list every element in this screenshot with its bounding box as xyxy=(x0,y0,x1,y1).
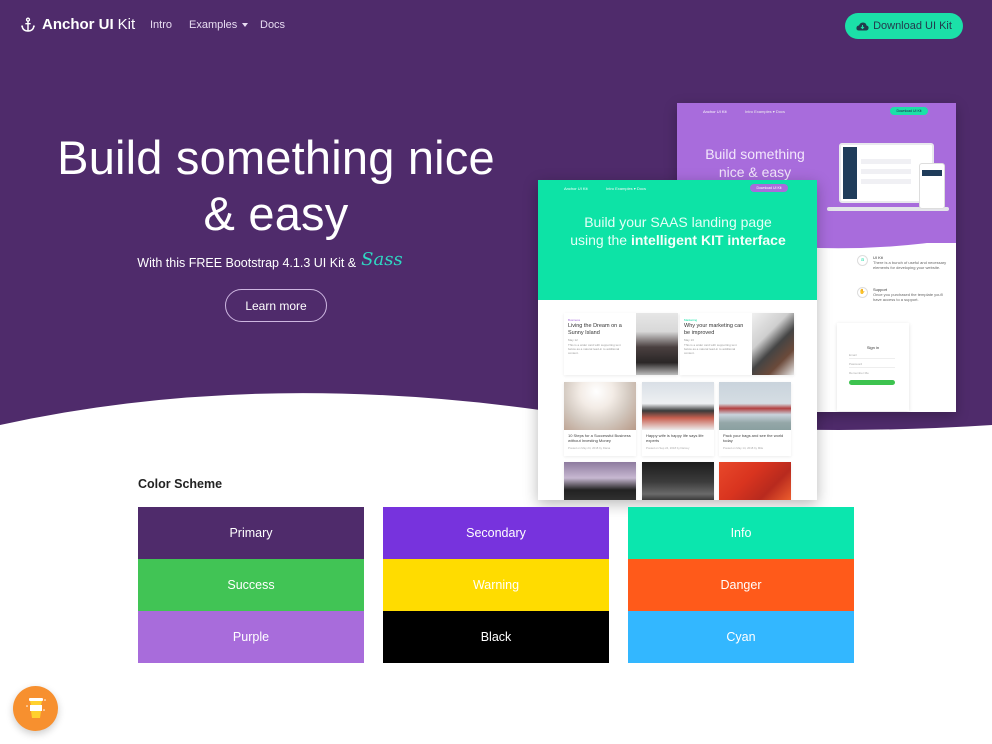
hand-icon: ✋ xyxy=(857,287,868,298)
feature-icon: a xyxy=(857,255,868,266)
learn-more-button[interactable]: Learn more xyxy=(225,289,327,322)
color-swatch-info: Info xyxy=(628,507,854,559)
card-meta: Posted on May 24, 2018 by Diana xyxy=(568,446,611,450)
color-swatch-cyan: Cyan xyxy=(628,611,854,663)
card-image xyxy=(719,462,791,500)
mockup-card-small: Happy wife is happy life says life exper… xyxy=(642,382,714,456)
card-category: Business xyxy=(568,318,581,322)
buy-me-a-coffee-button[interactable] xyxy=(13,686,58,731)
card-image xyxy=(636,313,678,375)
card-image xyxy=(642,462,714,500)
mockup-title: Build something nice & easy xyxy=(705,146,805,180)
anchor-icon xyxy=(21,17,35,32)
brand-logo[interactable]: Anchor UI Kit xyxy=(20,16,135,33)
color-swatch-black: Black xyxy=(383,611,609,663)
mockup-feature-support: ✋ Support Once you purchased the templat… xyxy=(857,287,947,302)
feature-text: Once you purchased the template you'll h… xyxy=(873,292,944,302)
mockup-screenshot-teal: Anchor UI Kit Intro Examples ▾ Docs Down… xyxy=(538,180,817,500)
swatch-label: Success xyxy=(227,578,275,592)
swatch-label: Info xyxy=(730,526,752,540)
mockup-feature-ui-kit: a UI Kit There is a bunch of useful and … xyxy=(857,255,947,270)
card-text: This is a wider card with supporting tex… xyxy=(684,343,737,355)
mockup-download-button: Download UI Kit xyxy=(890,107,928,115)
brand-suffix: Kit xyxy=(117,16,136,33)
nav-link-examples[interactable]: Examples xyxy=(189,19,249,31)
mockup-card-wide: Business Living the Dream on a Sunny Isl… xyxy=(564,313,678,375)
hero-subtitle: With this FREE Bootstrap 4.1.3 UI Kit & … xyxy=(100,249,440,271)
feature-text: There is a bunch of useful and necessary… xyxy=(873,260,947,270)
download-ui-kit-button[interactable]: Download UI Kit xyxy=(845,13,963,39)
swatch-label: Secondary xyxy=(466,526,526,540)
cloud-download-icon xyxy=(856,22,869,30)
card-meta: Posted on May 14, 2018 by Mila xyxy=(723,446,763,450)
signin-password: Password xyxy=(849,362,895,368)
card-date: May 13 xyxy=(684,338,694,342)
download-button-label: Download UI Kit xyxy=(873,20,952,32)
hero-subtitle-text: With this FREE Bootstrap 4.1.3 UI Kit & xyxy=(137,256,357,270)
color-swatch-primary: Primary xyxy=(138,507,364,559)
color-swatch-secondary: Secondary xyxy=(383,507,609,559)
card-title: 10 Steps for a Successful Business witho… xyxy=(568,433,631,443)
coffee-cup-icon xyxy=(25,697,46,718)
mockup-card-small: Pack your bags and see the world today P… xyxy=(719,382,791,456)
navbar: Anchor UI Kit Intro Examples Docs Downlo… xyxy=(0,0,992,52)
card-image xyxy=(642,382,714,430)
signin-title: Sign in xyxy=(866,345,880,350)
color-swatch-success: Success xyxy=(138,559,364,611)
card-image xyxy=(564,462,636,500)
card-image xyxy=(752,313,794,375)
mockup-brand: Anchor UI Kit xyxy=(564,186,588,191)
mockup-nav-links: Intro Examples ▾ Docs xyxy=(606,186,647,191)
hero-title-line-2: & easy xyxy=(203,187,349,240)
card-title: Happy wife is happy life says life exper… xyxy=(646,433,704,443)
mockup-card-small: 10 Steps for a Successful Business witho… xyxy=(564,382,636,456)
mockup-card-small xyxy=(642,462,714,500)
mockup-title-bold: intelligent KIT interface xyxy=(630,232,786,248)
phone-illustration xyxy=(919,163,945,209)
card-date: May 12 xyxy=(568,338,578,342)
mockup-card-wide: Marketing Why your marketing can be impr… xyxy=(680,313,794,375)
swatch-label: Purple xyxy=(232,630,270,644)
card-title: Why your marketing can be improved xyxy=(684,323,744,336)
swatch-label: Cyan xyxy=(726,630,756,644)
mockup-title: Build your SAAS landing page using the i… xyxy=(568,213,788,249)
color-swatch-purple: Purple xyxy=(138,611,364,663)
card-text: This is a wider card with supporting tex… xyxy=(568,343,621,355)
card-meta: Posted on Sep 24, 2018 by Darcey xyxy=(646,446,690,450)
nav-link-label: Docs xyxy=(260,19,286,31)
sass-logo-icon: Sass xyxy=(361,248,403,270)
nav-link-label: Intro xyxy=(150,19,173,31)
mockup-card-small xyxy=(564,462,636,500)
hero-title: Build something nice & easy xyxy=(40,130,512,242)
swatch-label: Danger xyxy=(720,578,762,592)
swatch-label: Primary xyxy=(229,526,273,540)
swatch-label: Black xyxy=(480,630,512,644)
signin-remember: Remember Me xyxy=(849,371,869,375)
nav-link-intro[interactable]: Intro xyxy=(150,19,172,31)
card-title: Living the Dream on a Sunny Island xyxy=(568,323,622,336)
card-image xyxy=(564,382,636,430)
color-swatch-danger: Danger xyxy=(628,559,854,611)
mockup-card-small xyxy=(719,462,791,500)
card-category: Marketing xyxy=(684,318,698,322)
color-swatch-warning: Warning xyxy=(383,559,609,611)
mockup-brand: Anchor UI Kit xyxy=(703,109,727,114)
nav-link-docs[interactable]: Docs xyxy=(260,19,285,31)
hero-title-line-1: Build something nice xyxy=(57,131,495,184)
card-image xyxy=(719,382,791,430)
color-scheme-heading: Color Scheme xyxy=(138,477,223,491)
signin-email: Email xyxy=(849,353,895,359)
mockup-download-button: Download UI Kit xyxy=(750,184,788,192)
swatch-label: Warning xyxy=(472,578,520,592)
mockup-nav-links: Intro Examples ▾ Docs xyxy=(745,109,786,114)
card-title: Pack your bags and see the world today xyxy=(723,433,784,443)
nav-link-label: Examples xyxy=(189,19,238,31)
brand-name: Anchor UI xyxy=(42,16,114,33)
caret-down-icon xyxy=(242,23,249,28)
